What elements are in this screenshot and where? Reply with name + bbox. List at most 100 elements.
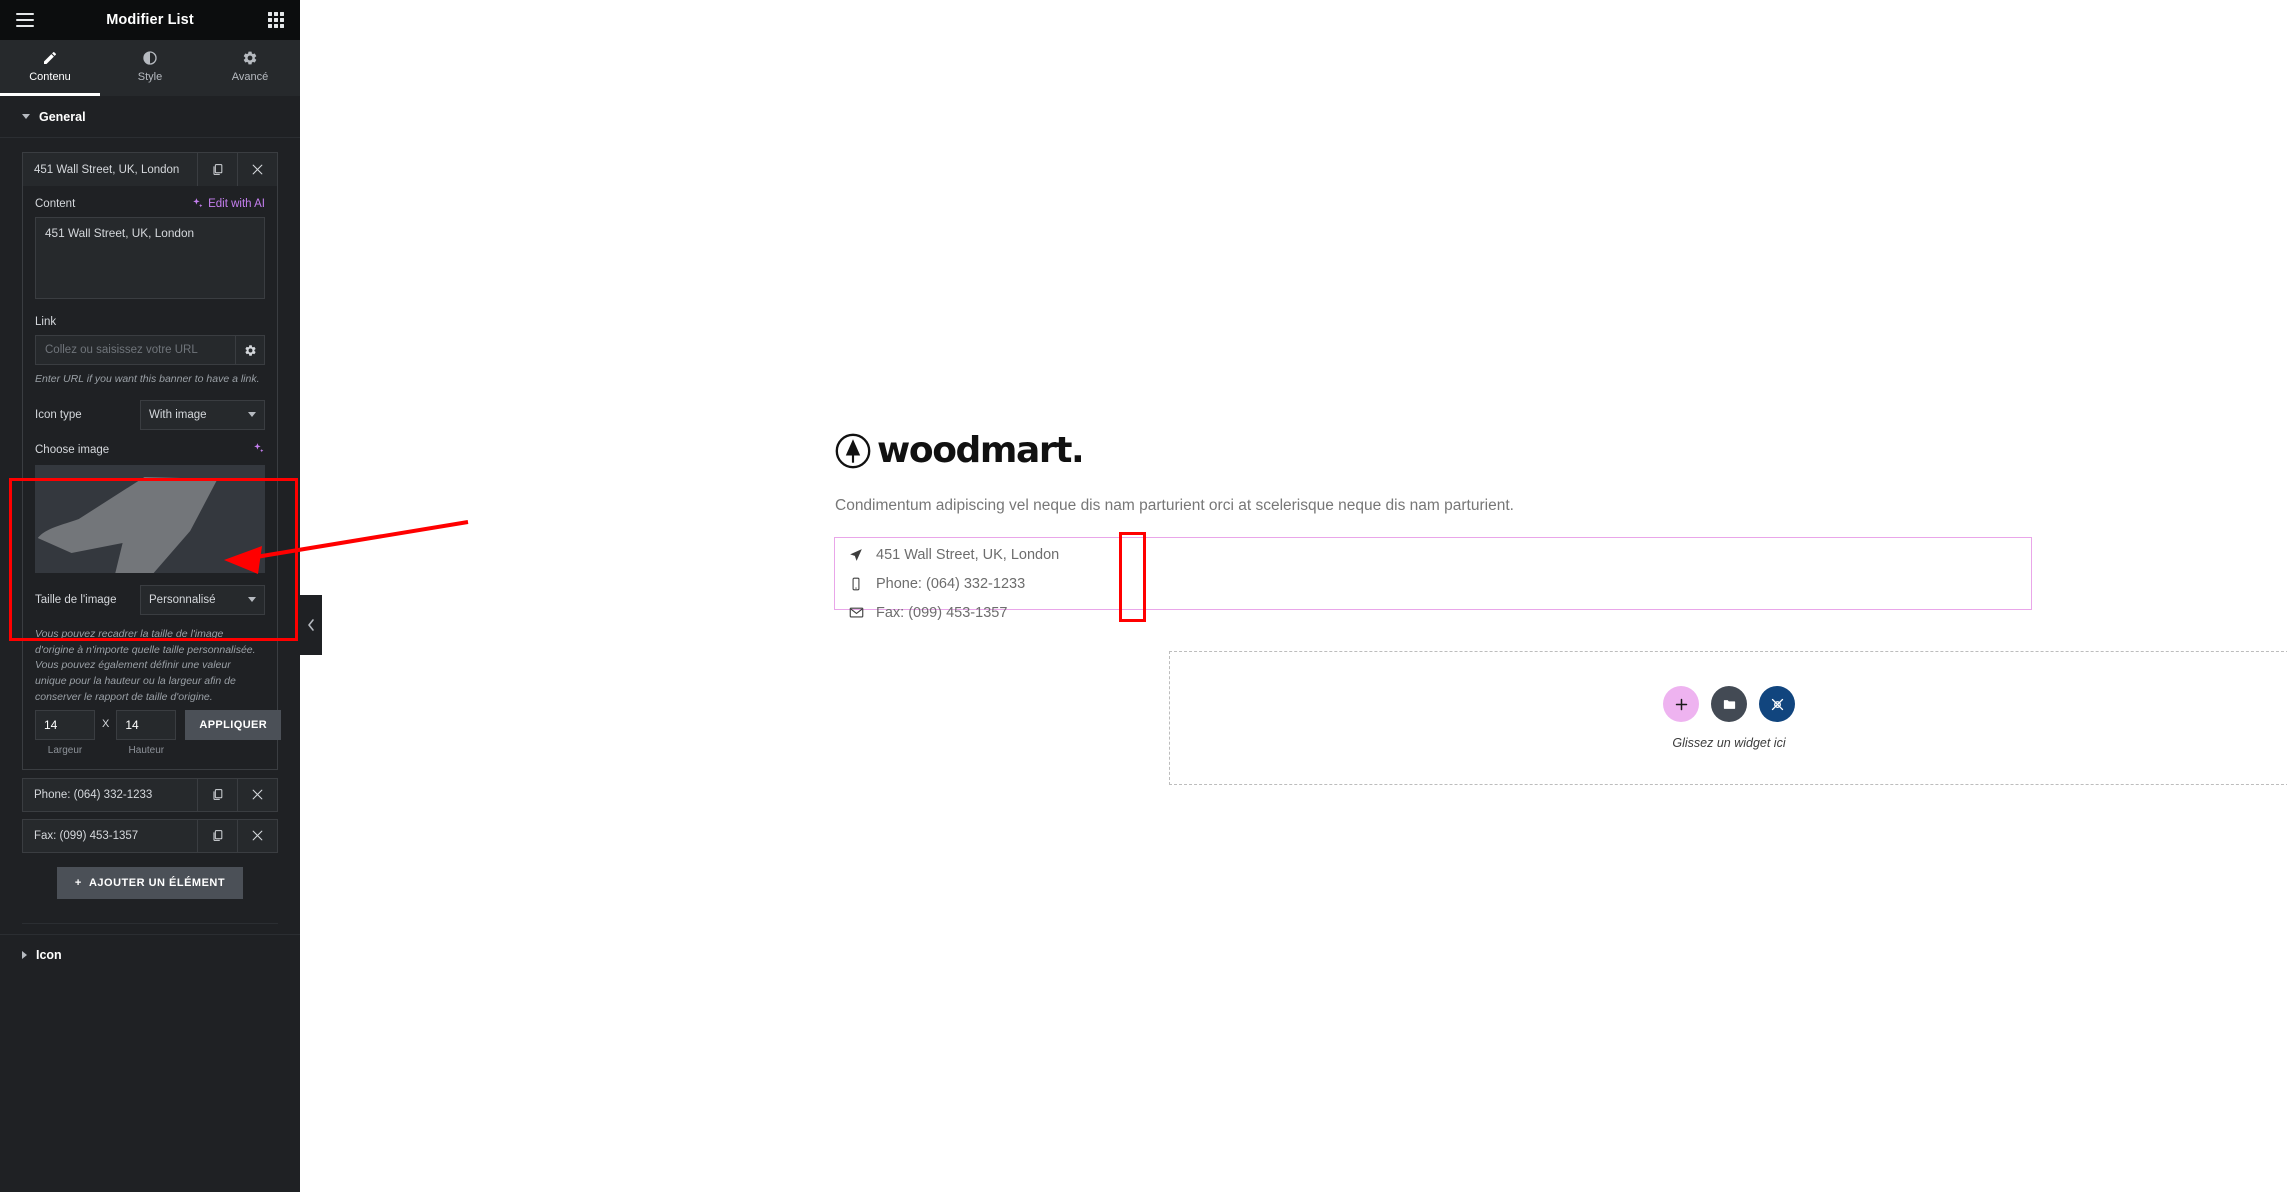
elementor-panel: Modifier List Contenu Style Avancé Gener… bbox=[0, 0, 300, 1192]
panel-body: General 451 Wall Street, UK, London Cont… bbox=[0, 96, 300, 1192]
link-input-row bbox=[35, 335, 265, 365]
width-sub-label: Largeur bbox=[47, 744, 83, 756]
choose-image-ai-button[interactable] bbox=[252, 442, 265, 458]
link-field: Link Enter URL if you want this banner t… bbox=[35, 316, 265, 388]
plus-icon bbox=[1675, 698, 1687, 710]
edit-with-ai-label: Edit with AI bbox=[208, 197, 265, 210]
tab-style[interactable]: Style bbox=[100, 40, 200, 96]
apply-button[interactable]: APPLIQUER bbox=[185, 709, 282, 740]
icon-type-select[interactable]: With image bbox=[140, 399, 265, 430]
tree-in-circle-icon bbox=[835, 433, 871, 468]
copy-icon[interactable] bbox=[197, 153, 237, 186]
link-label: Link bbox=[35, 316, 57, 328]
table-row[interactable]: Phone: (064) 332-1233 bbox=[22, 777, 278, 812]
chevron-right-icon bbox=[22, 951, 27, 959]
close-icon-glyph bbox=[252, 789, 263, 800]
image-size-select[interactable]: Personnalisé bbox=[140, 584, 265, 615]
copy-icon-glyph bbox=[213, 830, 223, 841]
image-size-value: Personnalisé bbox=[149, 593, 216, 606]
pencil-icon bbox=[44, 51, 56, 64]
height-input[interactable] bbox=[116, 709, 177, 740]
templates-button[interactable] bbox=[1711, 686, 1747, 722]
section-icon[interactable]: Icon bbox=[0, 933, 300, 976]
chevron-down-icon bbox=[22, 114, 30, 119]
add-item-label: AJOUTER UN ÉLÉMENT bbox=[88, 876, 226, 889]
content-textarea[interactable] bbox=[35, 217, 265, 299]
add-widget-button[interactable] bbox=[1663, 686, 1699, 722]
chevron-down-icon bbox=[248, 597, 256, 603]
image-size-label: Taille de l'image bbox=[35, 593, 117, 606]
folder-icon bbox=[1723, 699, 1735, 709]
widget-dropzone[interactable]: Glissez un widget ici bbox=[1169, 651, 2287, 785]
hamburger-icon[interactable] bbox=[16, 13, 34, 27]
repeater-item-title: Fax: (099) 453-1357 bbox=[34, 829, 139, 842]
link-hint: Enter URL if you want this banner to hav… bbox=[35, 373, 260, 385]
list-item[interactable]: Phone: (064) 332-1233 bbox=[848, 569, 1059, 598]
image-dimensions-row: Largeur X Hauteur APPLIQUER bbox=[35, 709, 282, 756]
section-general-label: General bbox=[39, 109, 86, 124]
grid-apps-icon[interactable] bbox=[268, 12, 284, 28]
tab-contenu-label: Contenu bbox=[29, 71, 71, 83]
list-item[interactable]: 451 Wall Street, UK, London bbox=[848, 540, 1059, 569]
ai-builder-icon bbox=[1771, 698, 1783, 710]
contact-icons-highlight bbox=[1119, 532, 1146, 622]
location-arrow-icon bbox=[848, 548, 864, 562]
panel-collapse-button[interactable] bbox=[300, 595, 322, 655]
plus-icon: + bbox=[74, 876, 82, 889]
icon-type-row: Icon type With image bbox=[35, 399, 265, 430]
list-item[interactable]: Fax: (099) 453-1357 bbox=[848, 598, 1059, 627]
close-icon[interactable] bbox=[237, 778, 277, 811]
choose-image-label: Choose image bbox=[35, 443, 110, 456]
list-item-label: Phone: (064) 332-1233 bbox=[876, 575, 1026, 592]
link-field-header: Link bbox=[35, 316, 265, 328]
content-field-header: Content Edit with AI bbox=[35, 197, 265, 210]
icon-type-value: With image bbox=[149, 408, 207, 421]
chevron-down-icon bbox=[248, 412, 256, 418]
section-icon-label: Icon bbox=[36, 948, 62, 962]
icon-type-label: Icon type bbox=[35, 408, 82, 421]
table-row[interactable]: 451 Wall Street, UK, London bbox=[22, 152, 278, 186]
section-general[interactable]: General bbox=[0, 96, 300, 138]
copy-icon-glyph bbox=[213, 789, 223, 800]
width-field: Largeur bbox=[35, 709, 95, 756]
woodmart-logo: woodmart. bbox=[835, 430, 1085, 471]
content-label: Content bbox=[35, 197, 76, 210]
image-preview[interactable] bbox=[35, 464, 265, 573]
dimension-separator: X bbox=[102, 717, 110, 730]
choose-image-control: Choose image bbox=[35, 442, 265, 573]
link-input[interactable] bbox=[35, 335, 235, 365]
repeater-item-title: 451 Wall Street, UK, London bbox=[34, 163, 180, 176]
tab-contenu[interactable]: Contenu bbox=[0, 40, 100, 96]
close-icon[interactable] bbox=[237, 153, 277, 186]
ai-builder-button[interactable] bbox=[1759, 686, 1795, 722]
logo-text: woodmart. bbox=[877, 430, 1085, 471]
width-input[interactable] bbox=[35, 709, 95, 740]
add-item-button[interactable]: + AJOUTER UN ÉLÉMENT bbox=[56, 866, 244, 899]
link-options-button[interactable] bbox=[235, 335, 265, 365]
panel-tabs: Contenu Style Avancé bbox=[0, 40, 300, 96]
repeater-item-title: Phone: (064) 332-1233 bbox=[34, 788, 153, 801]
copy-icon-glyph bbox=[213, 164, 223, 175]
dropzone-buttons bbox=[1663, 686, 1795, 722]
envelope-icon bbox=[848, 605, 864, 620]
gear-icon bbox=[243, 51, 257, 65]
tab-avance-label: Avancé bbox=[231, 71, 269, 83]
copy-icon[interactable] bbox=[197, 819, 237, 852]
mobile-phone-icon bbox=[848, 577, 864, 591]
content-field: Content Edit with AI bbox=[35, 197, 265, 304]
copy-icon[interactable] bbox=[197, 778, 237, 811]
table-row[interactable]: Fax: (099) 453-1357 bbox=[22, 818, 278, 853]
edit-with-ai-button[interactable]: Edit with AI bbox=[191, 197, 265, 210]
sparkle-icon bbox=[193, 198, 203, 208]
image-size-hint: Vous pouvez recadrer la taille de l'imag… bbox=[35, 627, 256, 703]
dropzone-label: Glissez un widget ici bbox=[1672, 736, 1786, 750]
image-thumbnail bbox=[35, 464, 265, 573]
chevron-left-icon bbox=[308, 619, 314, 631]
close-icon[interactable] bbox=[237, 819, 277, 852]
list-item-label: Fax: (099) 453-1357 bbox=[876, 604, 1008, 621]
panel-header: Modifier List bbox=[0, 0, 300, 40]
contact-list: 451 Wall Street, UK, London Phone: (064)… bbox=[848, 540, 1059, 627]
tab-avance[interactable]: Avancé bbox=[200, 40, 300, 96]
gear-icon bbox=[244, 344, 256, 356]
page-title: Modifier List bbox=[106, 12, 194, 28]
